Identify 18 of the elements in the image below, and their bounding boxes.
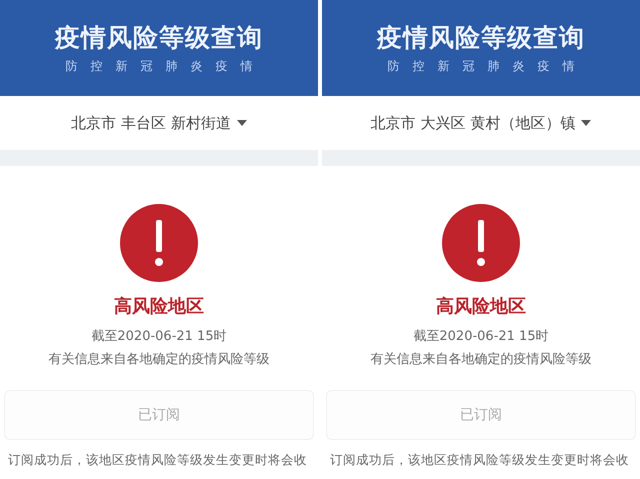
dropdown-caret-icon[interactable] — [236, 120, 247, 126]
location-selector[interactable]: 北京市 丰台区 新村街道 — [71, 114, 231, 132]
update-time: 截至2020-06-21 15时 — [413, 328, 549, 345]
risk-level: 高风险地区 — [114, 295, 204, 318]
location-selector[interactable]: 北京市 大兴区 黄村（地区）镇 — [370, 114, 576, 132]
note-text: 订阅成功后，该地区疫情风险等级发生变更时将会收 — [329, 452, 629, 469]
note-text: 订阅成功后，该地区疫情风险等级发生变更时将会收 — [7, 452, 307, 469]
info-text: 有关信息来自各地确定的疫情风险等级 — [370, 351, 592, 368]
dropdown-caret-icon[interactable] — [581, 120, 592, 126]
app-title: 疫情风险等级查询 — [377, 22, 585, 54]
app-title: 疫情风险等级查询 — [55, 22, 263, 54]
app-subtitle: 防控新冠肺炎疫情 — [388, 58, 588, 75]
update-time: 截至2020-06-21 15时 — [91, 328, 227, 345]
exclamation-icon — [442, 204, 520, 282]
app-subtitle: 防控新冠肺炎疫情 — [66, 58, 266, 75]
risk-level: 高风险地区 — [436, 295, 526, 318]
info-text: 有关信息来自各地确定的疫情风险等级 — [48, 351, 270, 368]
exclamation-icon — [120, 204, 198, 282]
